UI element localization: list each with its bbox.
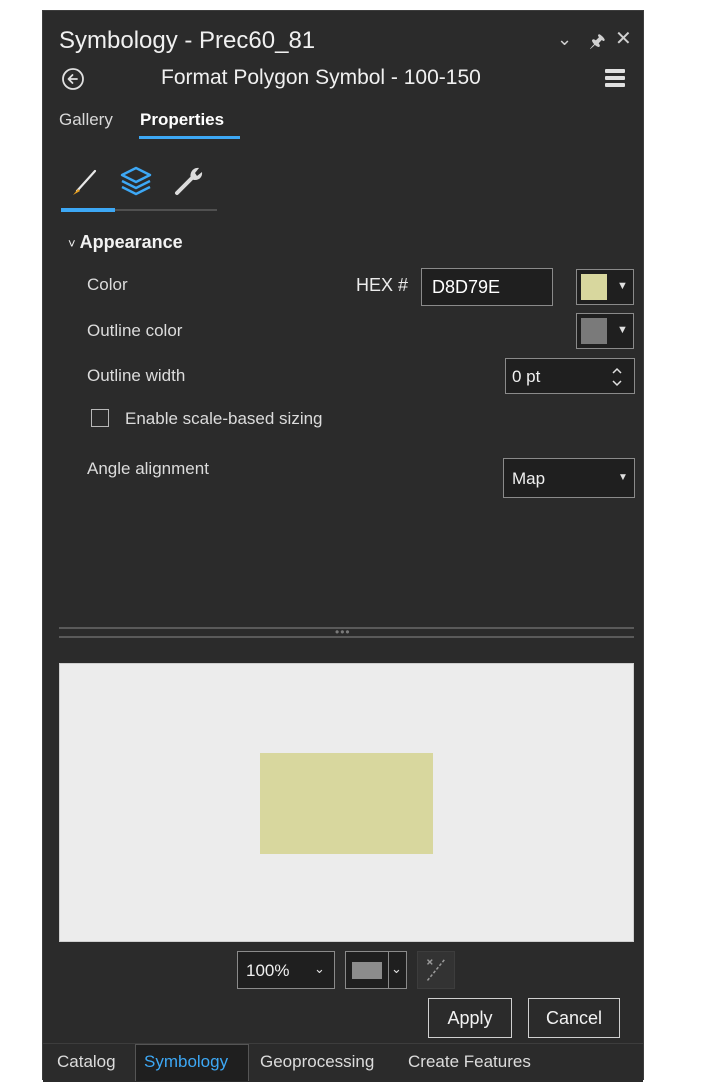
symbology-pane: Symbology - Prec60_81 ⌄ 🖈 ✕ Format Polyg… — [42, 10, 644, 1082]
appearance-section-header[interactable]: ˅ Appearance — [68, 232, 183, 253]
wrench-icon[interactable] — [169, 161, 207, 199]
preview-background-picker[interactable]: ⌄ — [345, 951, 407, 989]
zoom-value: 100% — [246, 961, 290, 980]
apply-button[interactable]: Apply — [428, 998, 512, 1038]
bottom-tab-catalog[interactable]: Catalog — [57, 1052, 116, 1072]
color-label: Color — [87, 275, 128, 294]
chevron-down-icon: ⌄ — [391, 961, 402, 976]
hex-input[interactable]: D8D79E — [421, 268, 553, 306]
chevron-down-icon[interactable]: ⌄ — [557, 29, 572, 50]
fill-color-swatch — [581, 274, 607, 300]
pin-icon[interactable]: 🖈 — [589, 29, 606, 59]
fill-color-picker[interactable]: ▼ — [576, 269, 634, 305]
angle-alignment-select[interactable]: Map ▼ — [503, 458, 635, 498]
spinner-icon[interactable] — [610, 364, 624, 390]
caret-down-icon: ▼ — [618, 472, 628, 483]
scale-sizing-checkbox[interactable] — [91, 409, 109, 427]
splitter-grip[interactable]: ••• — [335, 625, 351, 639]
back-arrow-icon[interactable] — [61, 67, 85, 91]
pane-subtitle: Format Polygon Symbol - 100-150 — [161, 66, 481, 89]
bottom-tab-create-features[interactable]: Create Features — [408, 1052, 531, 1072]
hex-label: HEX # — [356, 275, 409, 295]
scale-sizing-label: Enable scale-based sizing — [125, 409, 323, 428]
outline-color-label: Outline color — [87, 321, 183, 340]
chevron-down-icon: ˅ — [68, 236, 76, 251]
cancel-button[interactable]: Cancel — [528, 998, 620, 1038]
tab-properties[interactable]: Properties — [140, 110, 224, 130]
chevron-down-icon: ⌄ — [314, 961, 325, 976]
angle-alignment-value: Map — [512, 469, 546, 488]
bottom-tab-symbology[interactable]: Symbology — [144, 1052, 228, 1072]
layers-icon[interactable] — [117, 161, 155, 199]
outline-color-swatch — [581, 318, 607, 344]
appearance-section-label: Appearance — [79, 232, 183, 252]
divider — [388, 952, 389, 988]
outline-width-value: 0 pt — [512, 367, 541, 386]
zoom-select[interactable]: 100% ⌄ — [237, 951, 335, 989]
symbol-preview — [59, 663, 634, 942]
bottom-tab-geoprocessing[interactable]: Geoprocessing — [260, 1052, 374, 1072]
grid-toggle-icon[interactable] — [417, 951, 455, 989]
outline-color-picker[interactable]: ▼ — [576, 313, 634, 349]
tab-gallery[interactable]: Gallery — [59, 110, 113, 130]
caret-down-icon: ▼ — [617, 280, 628, 292]
angle-alignment-label: Angle alignment — [87, 459, 209, 478]
caret-down-icon: ▼ — [617, 324, 628, 336]
tab-active-indicator — [139, 136, 240, 139]
close-icon[interactable]: ✕ — [615, 26, 632, 51]
brush-icon[interactable] — [67, 161, 105, 199]
outline-width-input[interactable]: 0 pt — [505, 358, 635, 394]
polygon-preview-shape — [260, 753, 433, 854]
menu-icon[interactable] — [605, 69, 625, 87]
tool-strip-active — [61, 208, 115, 212]
pane-title: Symbology - Prec60_81 — [59, 27, 316, 54]
background-color-swatch — [352, 962, 382, 979]
outline-width-label: Outline width — [87, 366, 186, 385]
